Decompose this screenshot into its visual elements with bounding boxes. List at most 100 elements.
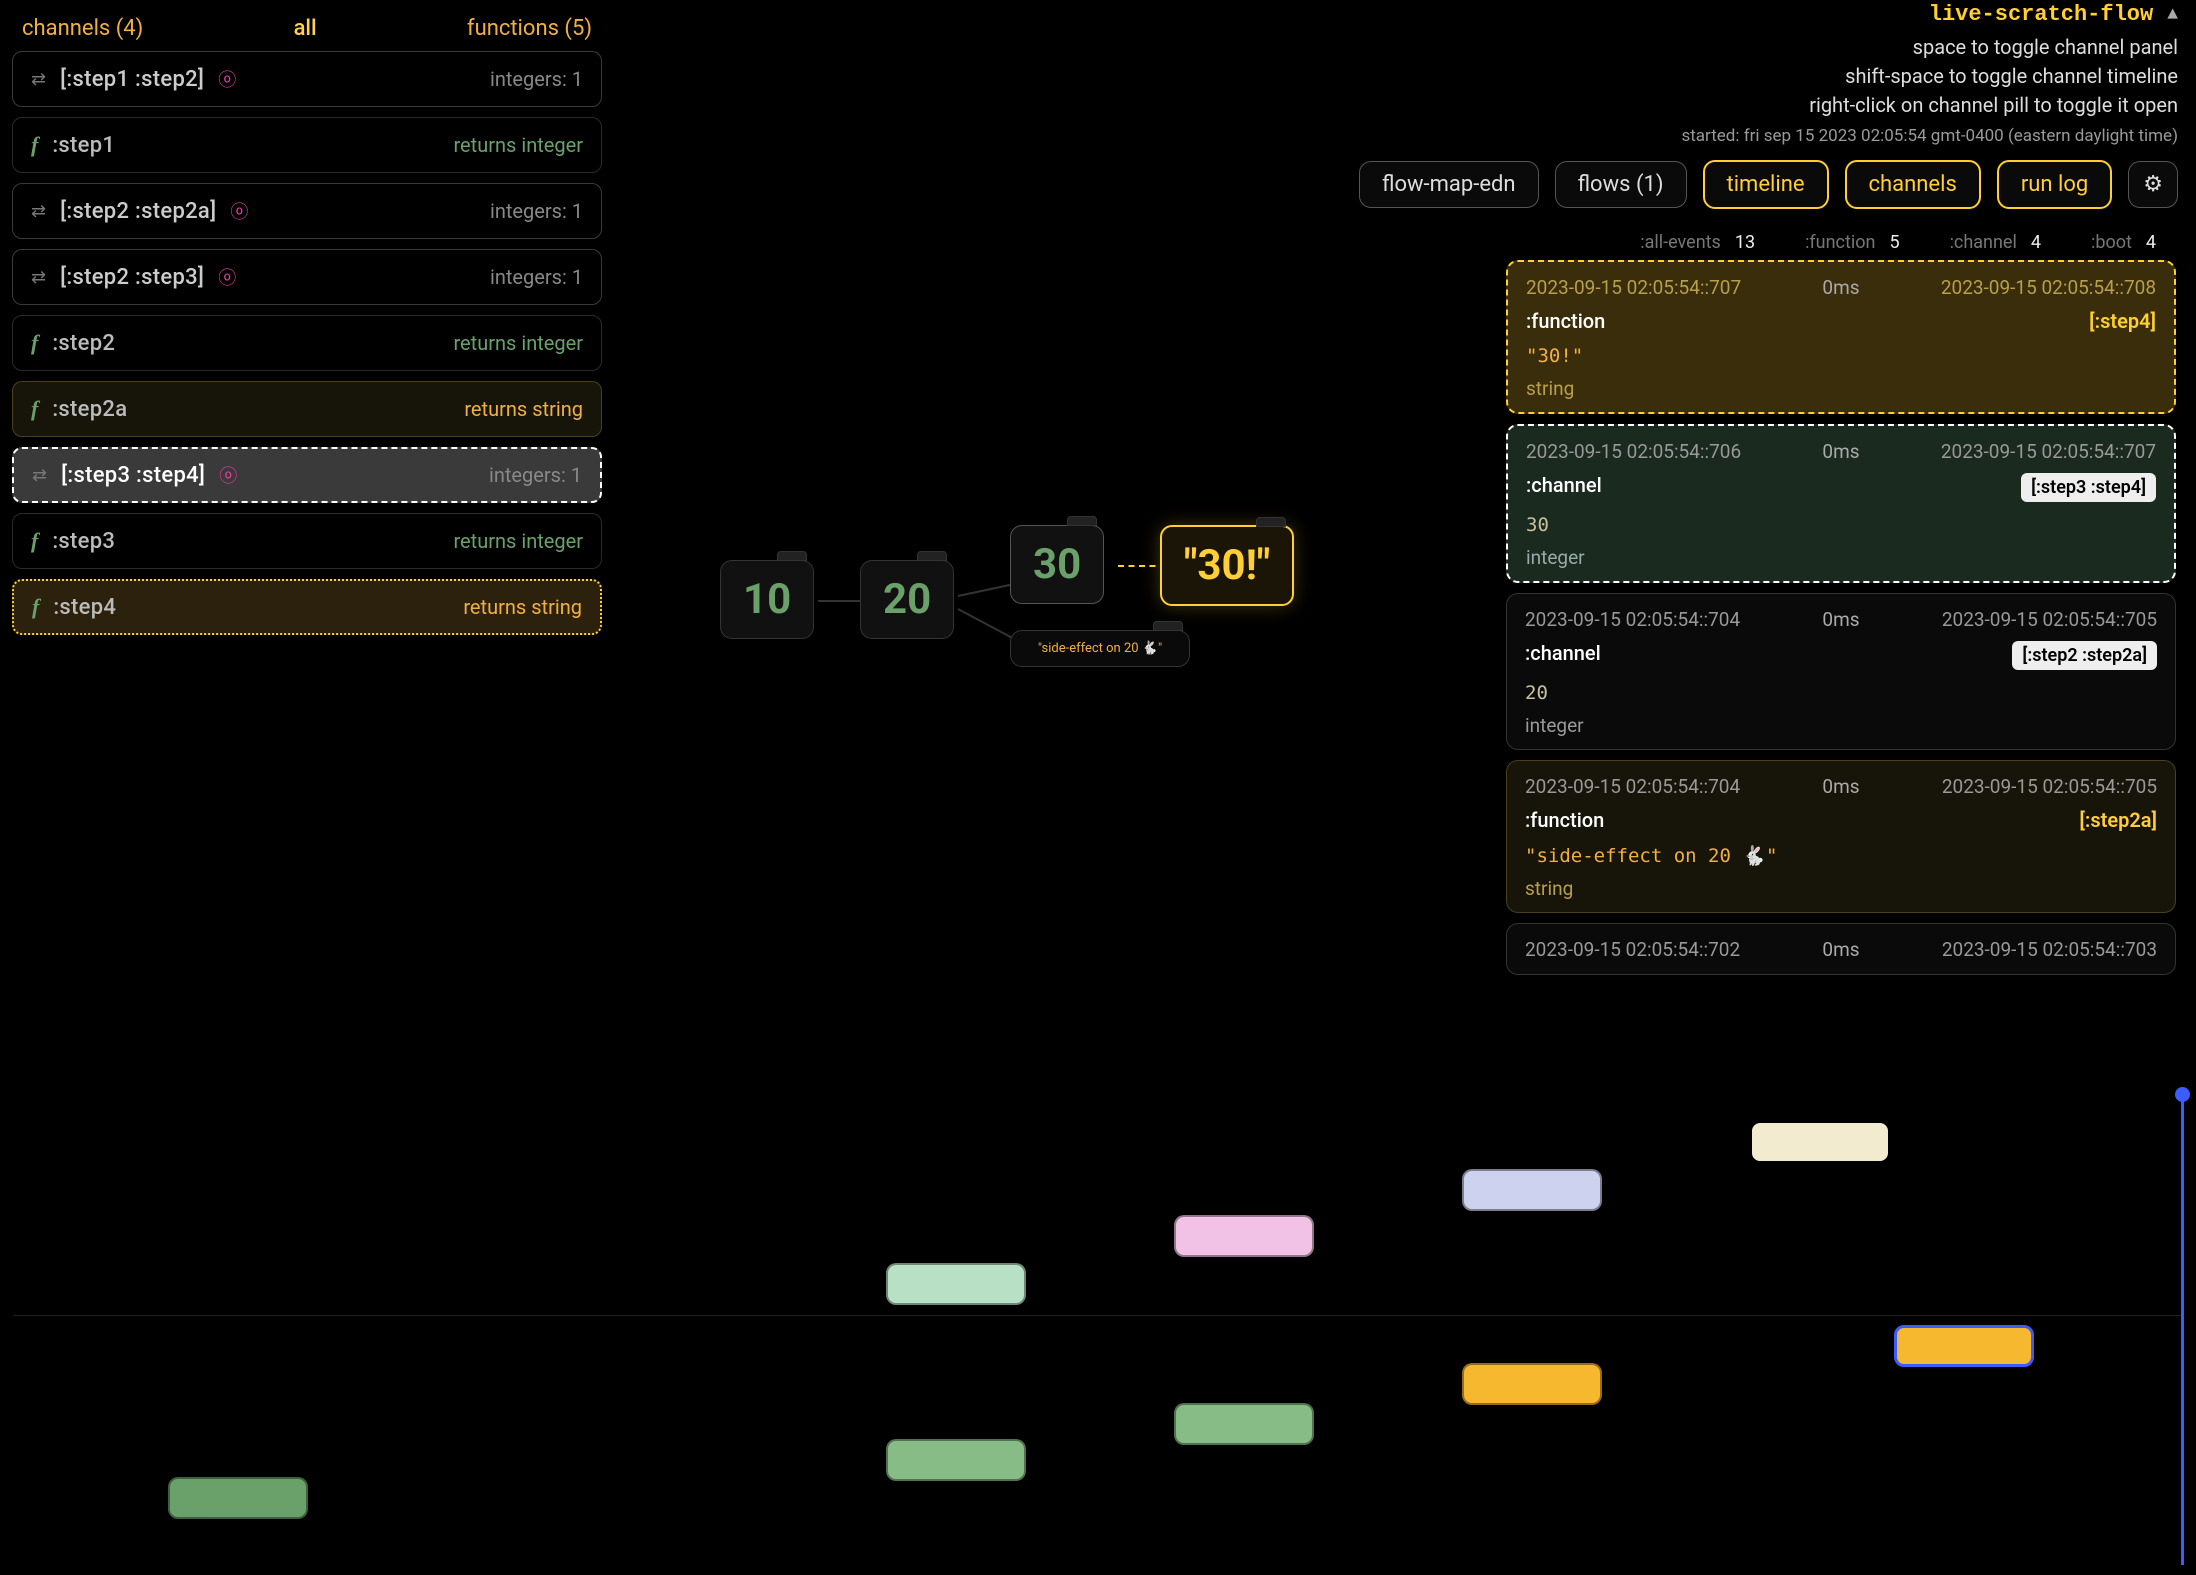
timeline-button[interactable]: timeline — [1703, 160, 1829, 209]
item-meta: returns string — [464, 397, 583, 421]
flow-title-row: live-scratch-flow ▲ — [1681, 0, 2178, 27]
edge — [958, 583, 1017, 597]
stat-all-events: :all-events 13 — [1640, 232, 1755, 253]
timeline-block[interactable] — [1174, 1215, 1314, 1257]
node-10[interactable]: 10 — [720, 560, 814, 639]
timeline-block-selected[interactable] — [1894, 1325, 2034, 1367]
node-side-effect[interactable]: "side-effect on 20 🐇" — [1010, 630, 1190, 667]
sidebar-item-function[interactable]: f:step4returns string — [12, 579, 602, 635]
node-30[interactable]: 30 — [1010, 525, 1104, 604]
event-pill[interactable]: [:step2 :step2a] — [2012, 641, 2157, 670]
event-duration: 0ms — [1822, 440, 1859, 463]
event-duration: 0ms — [1822, 608, 1859, 631]
sidebar-item-function[interactable]: f :step2 returns integer — [12, 315, 602, 371]
event-card[interactable]: 2023-09-15 02:05:54::704 0ms 2023-09-15 02… — [1506, 760, 2176, 913]
event-ts-start: 2023-09-15 02:05:54::702 — [1525, 938, 1740, 961]
header-hints: space to toggle channel panel shift-spac… — [1681, 33, 2178, 120]
event-ts-end: 2023-09-15 02:05:54::703 — [1942, 938, 2157, 961]
event-card[interactable]: 2023-09-15 02:05:54::7040ms2023-09-15 02… — [1506, 593, 2176, 750]
sidebar-item-function[interactable]: f:step1returns integer — [12, 117, 602, 173]
channels-button[interactable]: channels — [1845, 160, 1981, 209]
node-value: 30 — [1033, 540, 1081, 589]
function-icon: f — [31, 132, 38, 158]
event-card[interactable]: 2023-09-15 02:05:54::7060ms2023-09-15 02… — [1506, 424, 2176, 583]
sidebar-list: ⇄ [:step1 :step2] ⓞ integers: 1 f :step1 retur… — [12, 51, 602, 635]
node-20[interactable]: 20 — [860, 560, 954, 639]
sidebar-item-function[interactable]: f :step2a returns string — [12, 381, 602, 437]
stat-boot: :boot 4 — [2091, 232, 2156, 253]
timeline-block[interactable] — [886, 1263, 1026, 1305]
flow-title: live-scratch-flow — [1929, 2, 2153, 27]
sidebar: channels (4) all functions (5) ⇄ [:step1 … — [12, 10, 602, 635]
function-icon: f — [31, 330, 38, 356]
event-tag: [:step2a] — [2079, 808, 2157, 832]
flow-map-edn-button[interactable]: flow-map-edn — [1359, 161, 1539, 208]
timeline-block[interactable] — [1462, 1169, 1602, 1211]
function-icon: f — [31, 528, 38, 554]
event-duration: 0ms — [1822, 775, 1859, 798]
sidebar-item-function[interactable]: f:step3returns integer — [12, 513, 602, 569]
item-label: :step2a — [52, 397, 127, 422]
event-type: integer — [1526, 546, 2156, 569]
hint-line: right-click on channel pill to toggle it… — [1681, 91, 2178, 120]
item-label: [:step3 :step4] — [61, 463, 205, 488]
timeline-block[interactable] — [168, 1477, 308, 1519]
sidebar-item-channel[interactable]: ⇄[:step3 :step4]ⓞintegers: 1 — [12, 447, 602, 503]
event-value: 20 — [1525, 682, 2157, 704]
item-meta: integers: 1 — [489, 463, 582, 487]
event-duration: 0ms — [1822, 276, 1859, 299]
timeline-block[interactable] — [1462, 1363, 1602, 1405]
hint-line: space to toggle channel panel — [1681, 33, 2178, 62]
edge-dashed — [1118, 565, 1166, 567]
function-icon: f — [31, 396, 38, 422]
event-card[interactable]: 2023-09-15 02:05:54::7070ms2023-09-15 02… — [1506, 260, 2176, 414]
event-card[interactable]: 2023-09-15 02:05:54::7020ms2023-09-15 02… — [1506, 923, 2176, 975]
event-value: "30!" — [1526, 345, 2156, 367]
item-label: [:step1 :step2] — [60, 67, 204, 92]
event-ts-end: 2023-09-15 02:05:54::705 — [1942, 775, 2157, 798]
stat-key: :channel — [1950, 232, 2017, 253]
sidebar-item-channel[interactable]: ⇄[:step2 :step3]ⓞintegers: 1 — [12, 249, 602, 305]
tab-channels[interactable]: channels (4) — [22, 16, 143, 41]
event-ts-end: 2023-09-15 02:05:54::707 — [1941, 440, 2156, 463]
tab-functions[interactable]: functions (5) — [467, 16, 592, 41]
timeline-block[interactable] — [1174, 1403, 1314, 1445]
event-ts-start: 2023-09-15 02:05:54::704 — [1525, 775, 1740, 798]
item-meta: returns integer — [453, 529, 583, 553]
node-30-string[interactable]: "30!" — [1160, 525, 1294, 606]
tab-all[interactable]: all — [294, 16, 317, 41]
stat-val: 4 — [2031, 232, 2041, 253]
shuffle-icon: ⇄ — [32, 465, 47, 486]
collapse-icon[interactable]: ▲ — [2167, 5, 2178, 25]
event-type: string — [1526, 377, 2156, 400]
event-ts-start: 2023-09-15 02:05:54::707 — [1526, 276, 1741, 299]
timeline-panel[interactable] — [0, 1055, 2196, 1575]
run-log-button[interactable]: run log — [1997, 160, 2112, 209]
sidebar-item-channel[interactable]: ⇄[:step1 :step2]ⓞintegers: 1 — [12, 51, 602, 107]
node-value: 10 — [743, 575, 791, 624]
flows-button[interactable]: flows (1) — [1555, 161, 1687, 208]
flame-icon: ⓞ — [230, 198, 248, 224]
timeline-cursor[interactable] — [2181, 1095, 2184, 1565]
event-pill[interactable]: [:step3 :step4] — [2021, 473, 2156, 502]
stat-channel: :channel 4 — [1950, 232, 2041, 253]
node-value: 20 — [883, 575, 931, 624]
sidebar-item-channel[interactable]: ⇄[:step2 :step2a]ⓞintegers: 1 — [12, 183, 602, 239]
timeline-block[interactable] — [886, 1439, 1026, 1481]
item-label: :step2 — [52, 331, 115, 356]
node-tab-icon — [917, 551, 947, 561]
shuffle-icon: ⇄ — [31, 69, 46, 90]
item-meta: returns integer — [453, 331, 583, 355]
stat-val: 13 — [1735, 232, 1755, 253]
settings-button[interactable]: ⚙ — [2128, 161, 2178, 208]
event-ts-start: 2023-09-15 02:05:54::704 — [1525, 608, 1740, 631]
item-label: :step4 — [53, 595, 116, 620]
flow-graph[interactable]: 10 20 30 "30!" "side-effect on 20 🐇" — [720, 500, 1380, 720]
stat-val: 5 — [1889, 232, 1899, 253]
timeline-block[interactable] — [1750, 1121, 1890, 1163]
event-value: 30 — [1526, 514, 2156, 536]
event-type: string — [1525, 877, 2157, 900]
item-label: :step1 — [52, 133, 115, 158]
header: live-scratch-flow ▲ space to toggle chan… — [1681, 0, 2178, 146]
node-tab-icon — [1256, 517, 1286, 527]
